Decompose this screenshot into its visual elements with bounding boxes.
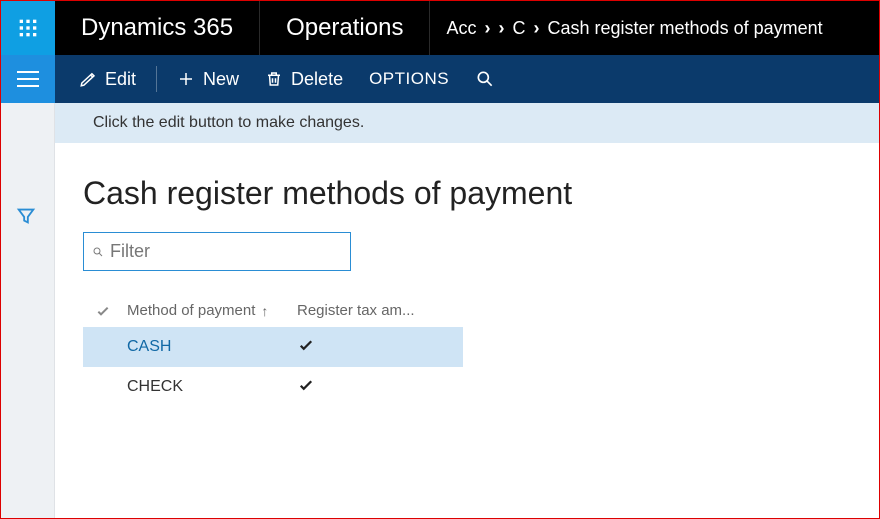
- payment-methods-grid: Method of payment ↑ Register tax am... C…: [83, 295, 463, 407]
- funnel-icon: [15, 205, 37, 227]
- waffle-icon: [18, 18, 38, 38]
- action-bar-row: Edit New Delete OPTIONS: [1, 55, 879, 103]
- check-icon: [297, 376, 315, 394]
- sort-asc-icon: ↑: [261, 303, 268, 319]
- hamburger-icon: [17, 78, 39, 80]
- module-label[interactable]: Operations: [260, 1, 430, 55]
- filter-box[interactable]: [83, 232, 351, 271]
- breadcrumb-seg-1[interactable]: Acc: [446, 18, 476, 39]
- grid-header: Method of payment ↑ Register tax am...: [83, 295, 463, 327]
- breadcrumb-seg-3[interactable]: Cash register methods of payment: [547, 18, 822, 39]
- trash-icon: [265, 70, 283, 88]
- chevron-right-icon: ›: [484, 18, 490, 39]
- plus-icon: [177, 70, 195, 88]
- filter-pane-button[interactable]: [15, 205, 37, 232]
- delete-label: Delete: [291, 69, 343, 90]
- new-button[interactable]: New: [167, 63, 249, 96]
- action-divider: [156, 66, 157, 92]
- options-button[interactable]: OPTIONS: [359, 63, 459, 95]
- column-header-register[interactable]: Register tax am...: [293, 302, 463, 319]
- table-row[interactable]: CASH: [83, 327, 463, 367]
- chevron-right-icon: ›: [498, 18, 504, 39]
- filter-input[interactable]: [110, 241, 342, 262]
- search-icon: [92, 244, 104, 260]
- page-title: Cash register methods of payment: [83, 175, 859, 212]
- select-all-header[interactable]: [83, 303, 123, 319]
- options-label: OPTIONS: [369, 69, 449, 89]
- cell-method[interactable]: CASH: [123, 338, 293, 356]
- cell-register-tax: [293, 376, 463, 399]
- app-launcher-button[interactable]: [1, 1, 55, 55]
- delete-button[interactable]: Delete: [255, 63, 353, 96]
- breadcrumb-seg-2[interactable]: C: [512, 18, 525, 39]
- check-icon: [95, 303, 111, 319]
- chevron-right-icon: ›: [533, 18, 539, 39]
- edit-label: Edit: [105, 69, 136, 90]
- page-content: Cash register methods of payment Method …: [55, 143, 879, 427]
- nav-toggle-button[interactable]: [1, 55, 55, 103]
- edit-button[interactable]: Edit: [69, 63, 146, 96]
- brand-label[interactable]: Dynamics 365: [55, 1, 260, 55]
- column-header-method[interactable]: Method of payment ↑: [123, 302, 293, 319]
- column-header-method-label: Method of payment: [127, 302, 255, 319]
- action-bar: Edit New Delete OPTIONS: [55, 55, 879, 103]
- check-icon: [297, 336, 315, 354]
- new-label: New: [203, 69, 239, 90]
- cell-method-value: CHECK: [127, 378, 183, 396]
- pencil-icon: [79, 70, 97, 88]
- info-bar: Click the edit button to make changes.: [55, 103, 879, 143]
- cell-register-tax: [293, 336, 463, 359]
- search-button[interactable]: [465, 63, 505, 95]
- cell-method[interactable]: CHECK: [123, 378, 293, 396]
- search-icon: [475, 69, 495, 89]
- info-message: Click the edit button to make changes.: [73, 114, 364, 132]
- left-side-panel: [1, 103, 55, 518]
- table-row[interactable]: CHECK: [83, 367, 463, 407]
- global-header: Dynamics 365 Operations Acc › › C › Cash…: [1, 1, 879, 55]
- cell-method-value: CASH: [127, 338, 171, 356]
- breadcrumb: Acc › › C › Cash register methods of pay…: [430, 1, 879, 55]
